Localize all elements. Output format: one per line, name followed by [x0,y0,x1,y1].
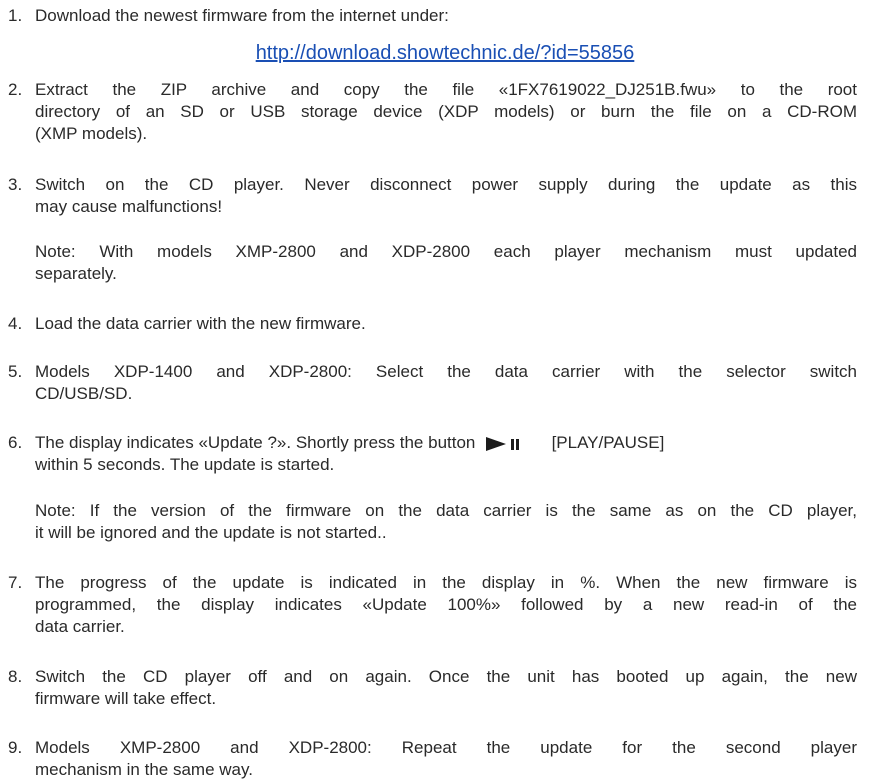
note-line: Note: If the version of the firmware on … [35,501,857,520]
step-text: Switch the CD player off and on again. O… [35,666,857,710]
step-line: data carrier. [35,617,125,636]
step-9: 9. Models XMP-2800 and XDP-2800: Repeat … [0,737,890,779]
step-line: mechanism in the same way. [35,760,253,779]
step-line: Extract the ZIP archive and copy the fil… [35,80,857,99]
step-number: 1. [8,6,23,25]
step-text: The progress of the update is indicated … [35,572,857,638]
step-number: 3. [8,175,23,194]
step-8: 8. Switch the CD player off and on again… [0,666,890,712]
step-line: Switch on the CD player. Never disconnec… [35,175,857,194]
step-number: 8. [8,667,23,686]
step-7: 7. The progress of the update is indicat… [0,572,890,642]
step-number: 7. [8,573,23,592]
firmware-download-link[interactable]: http://download.showtechnic.de/?id=55856 [0,41,890,65]
firmware-update-instructions: 1. Download the newest firmware from the… [0,0,890,779]
step-line: The progress of the update is indicated … [35,573,857,592]
step-line-start: The display indicates «Update ?». Shortl… [35,433,476,452]
step-text: Switch on the CD player. Never disconnec… [35,174,857,218]
step-text: Models XMP-2800 and XDP-2800: Repeat the… [35,737,857,781]
step-number: 4. [8,314,23,333]
step-line: (XMP models). [35,124,148,143]
step-line: programmed, the display indicates «Updat… [35,595,857,614]
step-6: 6. The display indicates «Update ?». Sho… [0,432,890,547]
step-number: 2. [8,80,23,99]
step-5: 5. Models XDP-1400 and XDP-2800: Select … [0,361,890,407]
step-2: 2. Extract the ZIP archive and copy the … [0,79,890,149]
step-line: CD/USB/SD. [35,384,133,403]
step-line: Load the data carrier with the new firmw… [35,314,366,333]
step-line: Models XDP-1400 and XDP-2800: Select the… [35,362,857,381]
step-line: directory of an SD or USB storage device… [35,102,857,121]
play-pause-label: [PLAY/PAUSE] [551,433,665,452]
step-text: Models XDP-1400 and XDP-2800: Select the… [35,361,857,405]
step-number: 6. [8,433,23,452]
step-number: 9. [8,738,23,757]
step-text: Load the data carrier with the new firmw… [35,313,857,335]
note-line: it will be ignored and the update is not… [35,523,387,542]
step-text: The display indicates «Update ?». Shortl… [35,432,857,476]
step-text: Download the newest firmware from the in… [35,5,857,27]
step-line: The display indicates «Update ?». Shortl… [35,432,857,454]
step-4: 4. Load the data carrier with the new fi… [0,313,890,337]
step-line: Models XMP-2800 and XDP-2800: Repeat the… [35,738,857,757]
step-note: Note: With models XMP-2800 and XDP-2800 … [35,241,857,285]
step-line: may cause malfunctions! [35,197,223,216]
step-note: Note: If the version of the firmware on … [35,500,857,544]
step-line: within 5 seconds. The update is started. [35,455,335,474]
step-line: firmware will take effect. [35,689,217,708]
step-text: Extract the ZIP archive and copy the fil… [35,79,857,145]
note-line: Note: With models XMP-2800 and XDP-2800 … [35,242,857,261]
step-1: 1. Download the newest firmware from the… [0,5,890,65]
step-3: 3. Switch on the CD player. Never discon… [0,174,890,289]
step-line: Download the newest firmware from the in… [35,6,449,25]
note-line: separately. [35,264,117,283]
play-pause-icon [486,436,520,451]
step-line: Switch the CD player off and on again. O… [35,667,857,686]
step-number: 5. [8,362,23,381]
